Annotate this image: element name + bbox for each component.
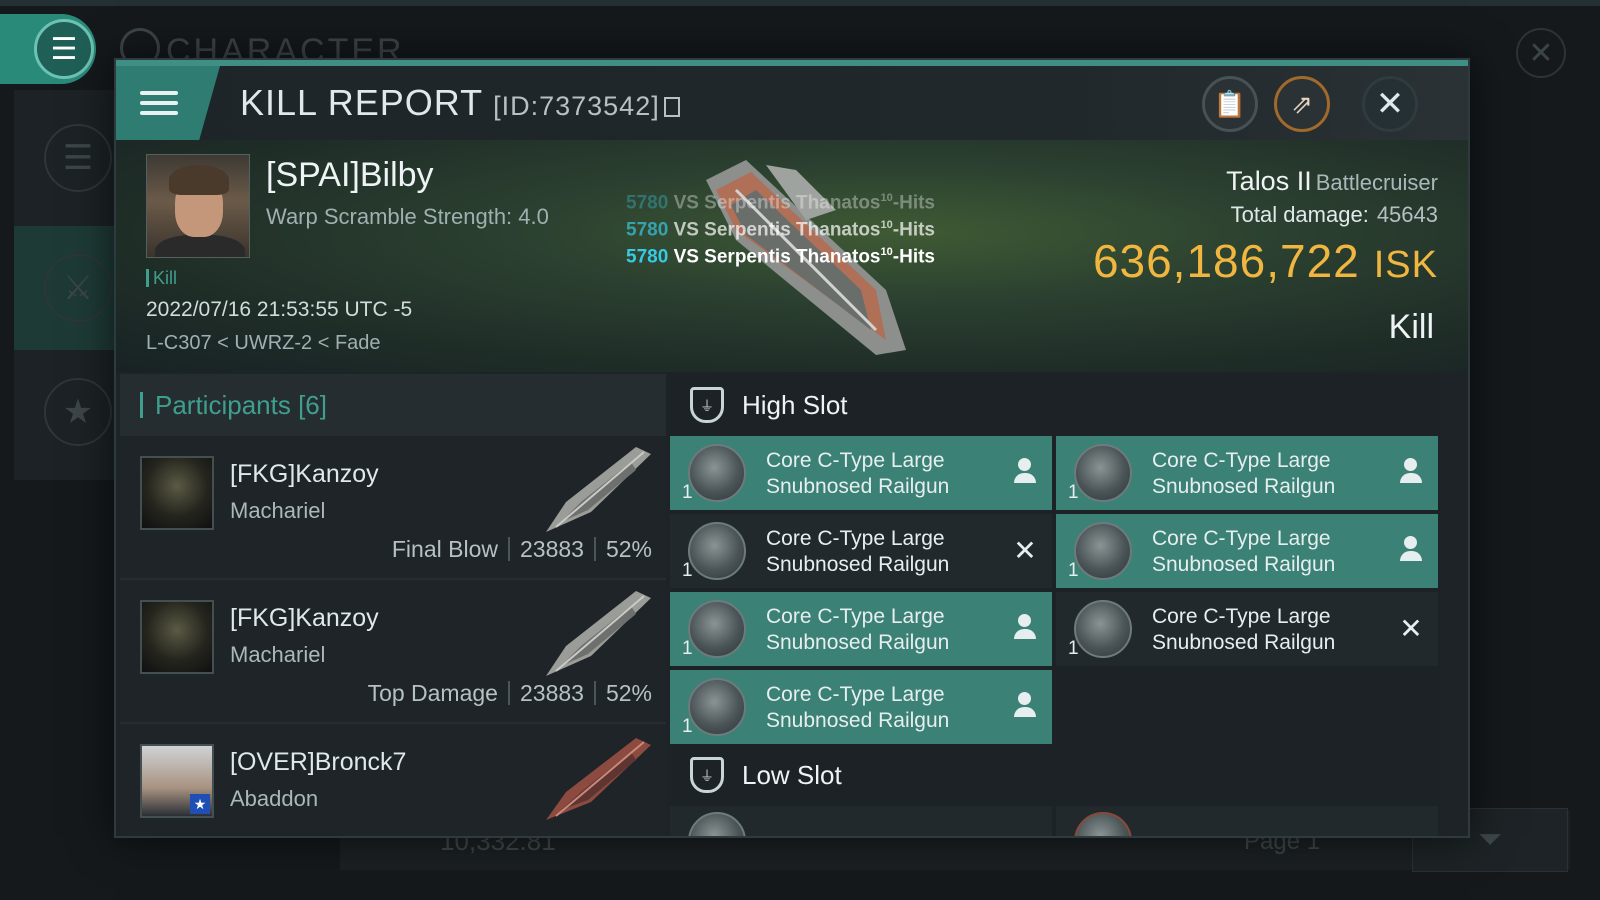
railgun-icon	[688, 600, 746, 658]
high-slot-item[interactable]: 1 Core C-Type Large Snubnosed Railgun	[1056, 514, 1438, 588]
high-slot-item[interactable]: 1 Core C-Type Large Snubnosed Railgun	[1056, 436, 1438, 510]
victim-ship-name: Talos II Battlecruiser	[1226, 166, 1438, 196]
main-menu-button[interactable]: ☰	[0, 14, 96, 84]
participant-avatar[interactable]: ★	[140, 744, 214, 818]
background-close-button[interactable]: ✕	[1516, 28, 1566, 78]
low-slot-header: ⏚ Low Slot	[670, 744, 1440, 806]
participant-name: [FKG]Kanzoy	[230, 604, 379, 632]
close-icon: ✕	[1375, 85, 1405, 123]
railgun-icon	[688, 678, 746, 736]
high-slot-item[interactable]: 1 Core C-Type Large Snubnosed Railgun	[670, 670, 1052, 744]
participant-ship: Abaddon	[230, 786, 319, 811]
high-slot-item[interactable]: 1 Core C-Type Large Snubnosed Railgun	[670, 436, 1052, 510]
hit-line: 5780 VS Serpentis Thanatos10-Hits	[626, 246, 935, 268]
participant-name: [OVER]Bronck7	[230, 748, 407, 776]
close-modal-button[interactable]: ✕	[1362, 76, 1418, 132]
module-icon	[688, 812, 746, 836]
hit-line: 5780 VS Serpentis Thanatos10-Hits	[626, 192, 935, 214]
participant-avatar[interactable]	[140, 456, 214, 530]
sidebar-combat-icon[interactable]: ⚔	[44, 254, 112, 322]
star-badge-icon: ★	[190, 794, 210, 814]
modal-menu-button[interactable]	[116, 66, 220, 140]
background-top-line	[0, 0, 1600, 6]
dropped-person-icon	[1398, 458, 1424, 486]
kill-datetime: 2022/07/16 21:53:55 UTC -5	[146, 298, 413, 321]
railgun-icon	[688, 522, 746, 580]
victim-name[interactable]: [SPAI]Bilby	[266, 156, 434, 195]
clipboard-icon: 📋	[1213, 88, 1247, 119]
participant-stats: Top Damage 23883 52%	[367, 680, 652, 706]
participant-ship: Machariel	[230, 642, 326, 667]
participant-row[interactable]: [FKG]Kanzoy Machariel Top Damage 23883 52%	[120, 580, 666, 724]
kill-summary-hero: [SPAI]Bilby Warp Scramble Strength: 4.0 …	[116, 140, 1468, 372]
kill-location[interactable]: L-C307 < UWRZ-2 < Fade	[146, 332, 381, 355]
ship-class: Battlecruiser	[1315, 170, 1438, 195]
high-slot-header: ⏚ High Slot	[670, 374, 1440, 436]
participant-ship-image	[546, 738, 651, 820]
participant-name: [FKG]Kanzoy	[230, 460, 379, 488]
destroyed-x-icon: ✕	[1013, 534, 1037, 566]
railgun-icon	[1074, 444, 1132, 502]
participant-stats: Final Blow 23883 52%	[391, 536, 652, 562]
kill-tag: Kill	[146, 268, 177, 289]
module-icon	[1074, 812, 1132, 836]
railgun-icon	[1074, 600, 1132, 658]
fitting-slots-panel: ⏚ High Slot 1 Core C-Type Large Snubnosed …	[670, 374, 1440, 836]
warp-scramble-strength: Warp Scramble Strength: 4.0	[266, 204, 549, 229]
total-damage: Total damage: 45643	[1230, 202, 1438, 227]
participant-row[interactable]: [FKG]Kanzoy Machariel Final Blow 23883 52%	[120, 436, 666, 580]
isk-unit: ISK	[1373, 244, 1438, 286]
high-slot-item[interactable]: 1 Core C-Type Large Snubnosed Railgun	[670, 592, 1052, 666]
participants-panel: Participants [6] [FKG]Kanzoy Machariel F…	[120, 374, 666, 836]
participant-ship-image	[546, 591, 651, 676]
isk-value: 636,186,722 ISK	[1092, 235, 1438, 287]
participant-ship: Machariel	[230, 498, 326, 523]
high-slot-item[interactable]: 1 Core C-Type Large Snubnosed Railgun ✕	[1056, 592, 1438, 666]
dropped-person-icon	[1012, 614, 1038, 642]
copy-id-icon[interactable]	[663, 97, 680, 117]
total-damage-value: 45643	[1376, 202, 1438, 227]
dropped-person-icon	[1012, 458, 1038, 486]
hamburger-icon	[140, 85, 178, 121]
clipboard-button[interactable]: 📋	[1202, 76, 1258, 132]
railgun-icon	[1074, 522, 1132, 580]
dropped-person-icon	[1012, 692, 1038, 720]
destroyed-x-icon: ✕	[1399, 612, 1423, 644]
share-button[interactable]: ⇗	[1274, 76, 1330, 132]
sidebar-star-icon[interactable]: ★	[44, 378, 112, 446]
kill-id: [ID:7373542]	[493, 91, 660, 121]
railgun-icon	[688, 444, 746, 502]
result-label: Kill	[1388, 308, 1434, 346]
high-slot-item[interactable]: 1 Core C-Type Large Snubnosed Railgun ✕	[670, 514, 1052, 588]
participant-row[interactable]: ★ [OVER]Bronck7 Abaddon	[120, 724, 666, 836]
low-slot-icon: ⏚	[690, 757, 724, 793]
modal-titlebar: KILL REPORT [ID:7373542] 📋 ⇗ ✕	[116, 66, 1468, 140]
kill-report-modal: KILL REPORT [ID:7373542] 📋 ⇗ ✕ [SPAI]Bilb…	[114, 58, 1470, 838]
dropped-person-icon	[1398, 536, 1424, 564]
share-icon: ⇗	[1291, 88, 1313, 119]
participant-avatar[interactable]	[140, 600, 214, 674]
participants-header[interactable]: Participants [6]	[120, 374, 666, 436]
low-slot-item[interactable]	[1056, 806, 1438, 836]
menu-icon: ☰	[34, 19, 94, 79]
high-slot-icon: ⏚	[690, 387, 724, 423]
participant-ship-image	[546, 447, 651, 532]
victim-portrait[interactable]	[146, 154, 250, 258]
modal-title: KILL REPORT [ID:7373542]	[240, 82, 680, 124]
sidebar-list-icon[interactable]: ☰	[44, 124, 112, 192]
low-slot-item[interactable]	[670, 806, 1052, 836]
hit-line: 5780 VS Serpentis Thanatos10-Hits	[626, 219, 935, 241]
